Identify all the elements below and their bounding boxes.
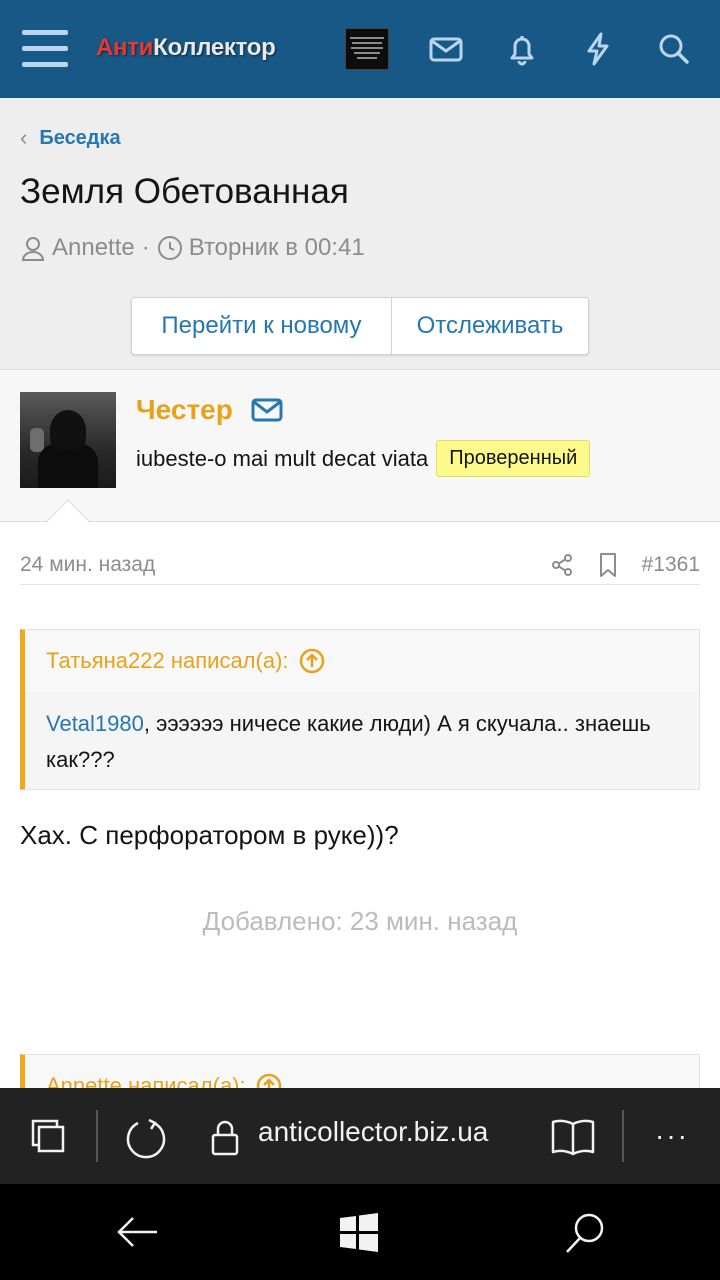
search-icon[interactable] — [654, 29, 694, 69]
post-message: Хах. С перфоратором в руке))? — [20, 820, 399, 850]
mail-icon[interactable] — [426, 29, 466, 69]
reading-view-icon[interactable] — [548, 1116, 598, 1158]
browser-toolbar: anticollector.biz.ua ··· — [0, 1088, 720, 1184]
thread-actions: Перейти к новому Отслеживать — [131, 297, 589, 355]
clock-icon — [157, 236, 182, 260]
chevron-left-icon: ‹ — [20, 125, 28, 150]
meta-separator: · — [141, 234, 150, 261]
quote-body: Vetal1980, ээээээ ничесе какие люди) А я… — [25, 692, 699, 778]
search-icon[interactable] — [560, 1210, 610, 1256]
watch-button[interactable]: Отслеживать — [392, 298, 588, 354]
app-header: АнтиКоллектор — [0, 0, 720, 98]
banner-thumbnail[interactable] — [345, 28, 389, 70]
lock-icon — [208, 1118, 242, 1158]
arrow-up-circle-icon[interactable] — [299, 648, 325, 674]
mail-icon[interactable] — [251, 397, 283, 423]
toolbar-divider — [96, 1110, 98, 1162]
user-info-row: iubeste-o mai mult decat viata Проверенн… — [136, 440, 591, 477]
post-time[interactable]: 24 мин. назад — [20, 553, 526, 577]
user-badge: Проверенный — [436, 440, 591, 477]
thread-date[interactable]: Вторник в 00:41 — [189, 234, 365, 262]
go-to-new-button[interactable]: Перейти к новому — [132, 298, 392, 354]
tabs-icon[interactable] — [26, 1116, 70, 1156]
avatar[interactable] — [20, 392, 116, 488]
menu-icon[interactable] — [22, 30, 68, 70]
more-options-button[interactable]: ··· — [650, 1116, 694, 1156]
username[interactable]: Честер — [136, 394, 233, 426]
post-author-block: Честер iubeste-o mai mult decat viata Пр… — [0, 370, 720, 522]
quote-block: Татьяна222 написал(а): Vetal1980, ээээээ… — [20, 629, 700, 790]
quote-mention-link[interactable]: Vetal1980 — [46, 711, 144, 736]
bell-icon[interactable] — [502, 29, 542, 69]
refresh-icon[interactable] — [122, 1114, 170, 1162]
breadcrumb-label[interactable]: Беседка — [39, 127, 120, 150]
breadcrumb[interactable]: ‹ Беседка — [20, 124, 121, 152]
user-tagline: iubeste-o mai mult decat viata — [136, 445, 429, 471]
page-title: Земля Обетованная — [20, 172, 349, 211]
address-bar[interactable]: anticollector.biz.ua — [258, 1116, 488, 1148]
site-logo[interactable]: АнтиКоллектор — [96, 34, 276, 62]
thread-author[interactable]: Annette — [52, 234, 135, 262]
thread-header: ‹ Беседка Земля Обетованная Annette · Вт… — [0, 98, 720, 370]
post-number[interactable]: #1361 — [642, 553, 700, 577]
windows-logo-icon[interactable] — [336, 1210, 382, 1254]
bookmark-icon[interactable] — [598, 552, 618, 578]
merged-post-note: Добавлено: 23 мин. назад — [202, 906, 518, 936]
share-icon[interactable] — [550, 553, 574, 577]
username-row: Честер — [136, 394, 283, 426]
thread-meta: Annette · Вторник в 00:41 — [20, 232, 365, 264]
quote-header[interactable]: Татьяна222 написал(а): — [25, 630, 699, 692]
user-icon — [21, 237, 45, 261]
toolbar-divider — [622, 1110, 624, 1162]
quote-author[interactable]: Татьяна222 написал(а): — [46, 648, 289, 674]
bolt-icon[interactable] — [578, 29, 618, 69]
post-header: 24 мин. назад #1361 — [20, 545, 700, 585]
system-nav-bar — [0, 1184, 720, 1280]
back-arrow-icon[interactable] — [112, 1210, 162, 1254]
